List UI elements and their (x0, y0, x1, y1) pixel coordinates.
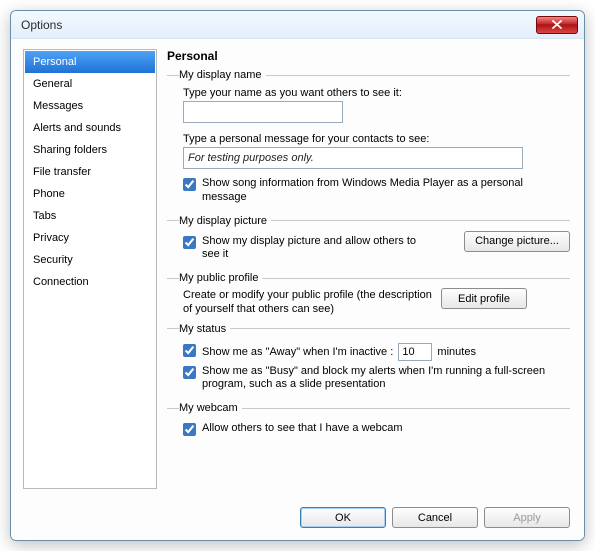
show-song-checkbox[interactable] (183, 178, 196, 191)
edit-profile-button[interactable]: Edit profile (441, 288, 527, 309)
close-button[interactable] (536, 16, 578, 34)
busy-checkbox[interactable] (183, 366, 196, 379)
group-status: My status Show me as "Away" when I'm ina… (167, 323, 570, 397)
group-public-profile: My public profile Create or modify your … (167, 272, 570, 317)
sidebar-item-personal[interactable]: Personal (25, 51, 155, 73)
sidebar-item-alerts-and-sounds[interactable]: Alerts and sounds (25, 117, 155, 139)
dialog-buttons: OK Cancel Apply (11, 499, 584, 540)
webcam-label: Allow others to see that I have a webcam (202, 422, 570, 436)
page-title: Personal (167, 49, 570, 63)
group-display-name: My display name Type your name as you wa… (167, 69, 570, 209)
cancel-button[interactable]: Cancel (392, 507, 478, 528)
away-label-post: minutes (437, 346, 476, 358)
group-webcam-legend: My webcam (179, 402, 242, 414)
group-display-picture-legend: My display picture (179, 215, 271, 227)
group-status-legend: My status (179, 323, 230, 335)
sidebar-item-sharing-folders[interactable]: Sharing folders (25, 139, 155, 161)
close-icon (552, 20, 562, 29)
group-display-name-legend: My display name (179, 69, 266, 81)
sidebar-item-general[interactable]: General (25, 73, 155, 95)
ok-button[interactable]: OK (300, 507, 386, 528)
content-panel: Personal My display name Type your name … (165, 49, 572, 489)
busy-label: Show me as "Busy" and block my alerts wh… (202, 365, 570, 393)
webcam-checkbox[interactable] (183, 423, 196, 436)
change-picture-button[interactable]: Change picture... (464, 231, 570, 252)
show-song-label: Show song information from Windows Media… (202, 177, 570, 205)
group-webcam: My webcam Allow others to see that I hav… (167, 402, 570, 440)
away-label-pre: Show me as "Away" when I'm inactive : (202, 346, 393, 358)
sidebar-item-connection[interactable]: Connection (25, 271, 155, 293)
group-public-profile-legend: My public profile (179, 272, 262, 284)
show-picture-checkbox[interactable] (183, 236, 196, 249)
display-name-label: Type your name as you want others to see… (183, 87, 570, 99)
titlebar[interactable]: Options (11, 11, 584, 39)
sidebar-item-file-transfer[interactable]: File transfer (25, 161, 155, 183)
show-picture-label: Show my display picture and allow others… (202, 235, 422, 263)
sidebar-item-security[interactable]: Security (25, 249, 155, 271)
options-window: Options PersonalGeneralMessagesAlerts an… (10, 10, 585, 541)
personal-msg-input[interactable] (183, 147, 523, 169)
sidebar-item-tabs[interactable]: Tabs (25, 205, 155, 227)
personal-msg-label: Type a personal message for your contact… (183, 133, 570, 145)
public-profile-desc: Create or modify your public profile (th… (183, 288, 433, 317)
sidebar-item-messages[interactable]: Messages (25, 95, 155, 117)
away-checkbox[interactable] (183, 344, 196, 357)
window-title: Options (21, 18, 536, 32)
away-minutes-input[interactable] (398, 343, 432, 361)
apply-button[interactable]: Apply (484, 507, 570, 528)
sidebar-item-phone[interactable]: Phone (25, 183, 155, 205)
category-sidebar: PersonalGeneralMessagesAlerts and sounds… (23, 49, 157, 489)
away-label: Show me as "Away" when I'm inactive : mi… (202, 343, 570, 361)
sidebar-item-privacy[interactable]: Privacy (25, 227, 155, 249)
display-name-input[interactable] (183, 101, 343, 123)
group-display-picture: My display picture Show my display pictu… (167, 215, 570, 267)
